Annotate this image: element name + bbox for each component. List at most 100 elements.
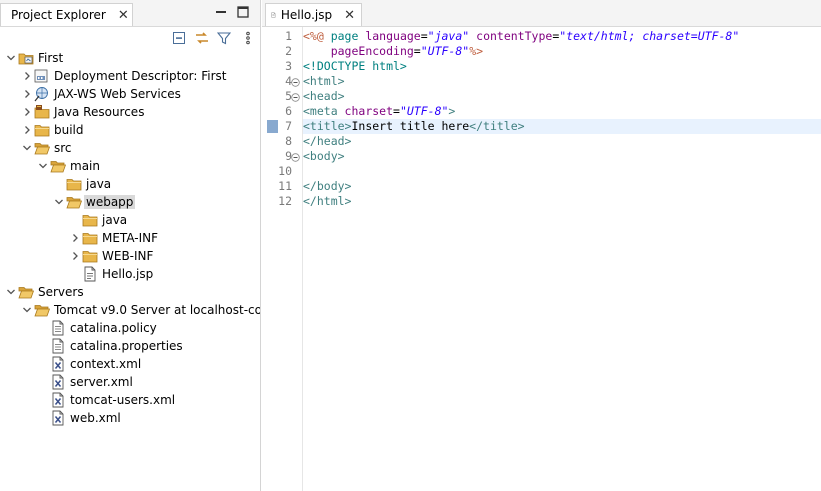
tree-item[interactable]: tomcat-users.xml <box>0 391 260 409</box>
tree-item[interactable]: java <box>0 175 260 193</box>
line-number: 11 <box>278 179 292 193</box>
tree-item-label: catalina.properties <box>70 339 183 353</box>
collapse-all-icon[interactable] <box>171 30 187 46</box>
line-number: 7 <box>285 119 292 133</box>
chevron-right-icon[interactable] <box>70 229 80 247</box>
line-number: 5 <box>285 89 292 103</box>
tree-item[interactable]: Tomcat v9.0 Server at localhost-config <box>0 301 260 319</box>
folder-icon <box>66 176 82 192</box>
project-icon <box>18 50 34 66</box>
tree-item[interactable]: java <box>0 211 260 229</box>
tree-item-label: catalina.policy <box>70 321 157 335</box>
tree-item[interactable]: META-INF <box>0 229 260 247</box>
code-token: "UTF-8" <box>420 44 470 58</box>
tab-hello-jsp[interactable]: Hello.jsp ✕ <box>265 3 362 26</box>
fold-toggle-icon[interactable] <box>291 76 300 87</box>
tree-item[interactable]: webapp <box>0 193 260 211</box>
tree-item[interactable]: src <box>0 139 260 157</box>
line-number: 8 <box>285 134 292 148</box>
tree-item[interactable]: WEB-INF <box>0 247 260 265</box>
tree-item[interactable]: Java Resources <box>0 103 260 121</box>
chevron-right-icon[interactable] <box>70 247 80 265</box>
code-token: contentType <box>476 29 553 43</box>
chevron-down-icon[interactable] <box>6 49 16 67</box>
chevron-right-icon[interactable] <box>22 67 32 85</box>
folder-open-icon <box>66 194 83 210</box>
code-text[interactable]: 1 <%@ page language="java" contentType="t… <box>267 29 821 209</box>
code-token: </head> <box>303 134 352 148</box>
code-line[interactable]: 9 <body> <box>285 149 821 164</box>
line-number: 1 <box>285 29 292 43</box>
tree-item-label: Java Resources <box>54 105 145 119</box>
code-token: Insert title here <box>351 119 470 133</box>
fold-toggle-icon[interactable] <box>291 91 300 102</box>
tree-item-label: JAX-WS Web Services <box>54 87 181 101</box>
minimize-icon[interactable] <box>215 6 227 21</box>
code-token: <meta <box>303 104 345 118</box>
chevron-right-icon[interactable] <box>22 85 32 103</box>
jsp-file-icon <box>271 12 276 18</box>
close-icon[interactable]: ✕ <box>344 9 355 22</box>
tree-item[interactable]: Deployment Descriptor: First <box>0 67 260 85</box>
tree-item-label: java <box>102 213 128 227</box>
tree-item-label: First <box>38 51 64 65</box>
code-line[interactable]: 10 <box>278 164 821 179</box>
fold-toggle-icon[interactable] <box>291 151 300 162</box>
tree-item[interactable]: Servers <box>0 283 260 301</box>
editor-area: Hello.jsp ✕ 1 <%@ page language="java" co… <box>262 0 821 491</box>
xml-file-icon <box>50 392 66 408</box>
tree-item-label: webapp <box>84 195 136 209</box>
chevron-down-icon[interactable] <box>38 157 48 175</box>
xml-file-icon <box>50 374 66 390</box>
code-line[interactable]: 8 </head> <box>285 134 821 149</box>
code-line[interactable]: 4 <html> <box>285 74 821 89</box>
tree-item[interactable]: First <box>0 49 260 67</box>
close-icon[interactable]: ✕ <box>118 9 129 22</box>
explorer-toolbar <box>0 27 260 49</box>
code-line[interactable]: 12 </html> <box>278 194 821 209</box>
chevron-right-icon[interactable] <box>22 103 32 121</box>
tab-project-explorer[interactable]: Project Explorer ✕ <box>0 3 133 26</box>
code-token: = <box>420 29 428 43</box>
tree-item-label: context.xml <box>70 357 142 371</box>
chevron-right-icon[interactable] <box>22 121 32 139</box>
tree-item[interactable]: web.xml <box>0 409 260 427</box>
code-line[interactable]: 5 <head> <box>285 89 821 104</box>
tree-item[interactable]: server.xml <box>0 373 260 391</box>
tree-item-label: META-INF <box>102 231 159 245</box>
tree-item-label: Tomcat v9.0 Server at localhost-config <box>54 303 261 317</box>
filter-icon[interactable] <box>216 30 232 46</box>
code-line[interactable]: 6 <meta charset="UTF-8"> <box>285 104 821 119</box>
maximize-icon[interactable] <box>237 6 249 21</box>
tree-item[interactable]: catalina.properties <box>0 337 260 355</box>
chevron-down-icon[interactable] <box>22 139 32 157</box>
code-editor[interactable]: 1 <%@ page language="java" contentType="t… <box>262 27 821 491</box>
tree-item[interactable]: main <box>0 157 260 175</box>
code-line[interactable]: 11 </body> <box>278 179 821 194</box>
folder-icon <box>82 248 98 264</box>
code-token: <body> <box>303 149 345 163</box>
code-token: page <box>323 29 366 43</box>
tree-item[interactable]: Hello.jsp <box>0 265 260 283</box>
web-services-icon <box>34 86 50 102</box>
code-line[interactable]: 1 <%@ page language="java" contentType="t… <box>285 29 821 44</box>
code-line[interactable]: 7 <title>Insert title here</title> <box>267 119 821 134</box>
folder-open-icon <box>34 302 51 318</box>
link-with-editor-icon[interactable] <box>194 30 210 46</box>
tree-item-label: web.xml <box>70 411 121 425</box>
chevron-down-icon[interactable] <box>22 301 32 319</box>
tree-item[interactable]: catalina.policy <box>0 319 260 337</box>
code-token: </title> <box>469 119 525 133</box>
tree-item[interactable]: JAX-WS Web Services <box>0 85 260 103</box>
chevron-down-icon[interactable] <box>54 193 64 211</box>
view-menu-icon[interactable] <box>240 30 256 46</box>
code-line[interactable]: 3 <!DOCTYPE html> <box>285 59 821 74</box>
folder-icon <box>82 212 98 228</box>
code-line[interactable]: 2 pageEncoding="UTF-8"%> <box>285 44 821 59</box>
chevron-down-icon[interactable] <box>6 283 16 301</box>
tree-item-label: WEB-INF <box>102 249 154 263</box>
tree-item[interactable]: context.xml <box>0 355 260 373</box>
tree-item[interactable]: build <box>0 121 260 139</box>
line-number: 9 <box>285 149 292 163</box>
line-number: 3 <box>285 59 292 73</box>
